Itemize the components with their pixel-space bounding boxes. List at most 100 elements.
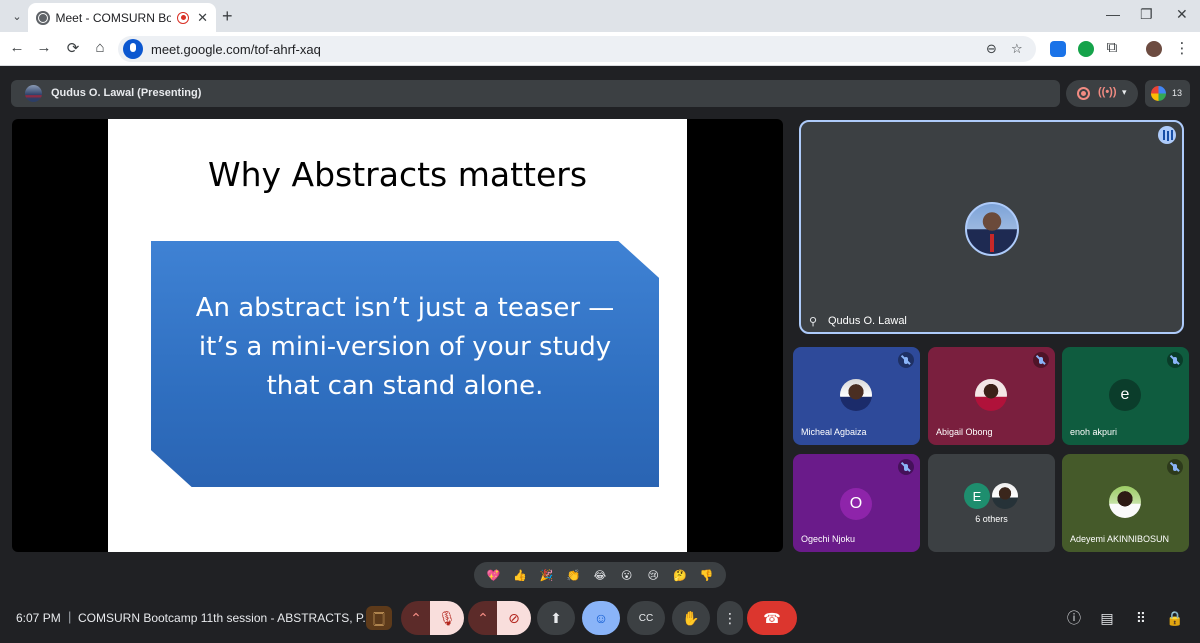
raise-hand-button[interactable]: ✋ (672, 601, 710, 635)
camera-options-button[interactable]: ⌃ (468, 601, 498, 635)
heart-reaction-icon[interactable]: 💖 (484, 566, 502, 584)
home-button[interactable]: ⌂ (90, 39, 110, 56)
surprised-reaction-icon[interactable]: 😮 (618, 566, 636, 584)
camera-toggle-button[interactable]: ⊘ (497, 601, 531, 635)
slide-text-box: An abstract isn’t just a teaser — it’s a… (151, 241, 659, 487)
live-captions-badge-icon[interactable]: 🀆 (366, 606, 392, 630)
emoji-icon: ☺ (593, 610, 609, 626)
back-button[interactable]: ← (7, 39, 27, 56)
chevron-down-icon: ▾ (1122, 87, 1127, 97)
mic-options-button[interactable]: ⌃ (401, 601, 431, 635)
more-options-button[interactable]: ⋮ (717, 601, 743, 635)
reactions-bar: 💖 👍 🎉 👏 😂 😮 😢 🤔 👎 (474, 562, 726, 588)
recording-icon (177, 11, 190, 24)
close-tab-icon[interactable]: ✕ (197, 10, 208, 26)
recording-dot-icon (1077, 87, 1090, 100)
participant-tile[interactable]: Adeyemi AKINNIBOSUN (1062, 454, 1189, 552)
chat-button[interactable]: ▤ (1097, 608, 1117, 628)
party-reaction-icon[interactable]: 🎉 (538, 566, 556, 584)
mic-off-icon: 🎙 (438, 609, 456, 626)
chevron-down-icon: ⌄ (12, 10, 22, 23)
url-text[interactable]: meet.google.com/tof-ahrf-xaq (151, 42, 321, 57)
avatar: e (1109, 379, 1141, 411)
participant-tile[interactable]: Abigail Obong (928, 347, 1055, 445)
restore-button[interactable]: ❐ (1140, 6, 1153, 23)
captions-icon: CC (638, 612, 654, 624)
end-call-button[interactable]: ☎ (747, 601, 797, 635)
participant-tile[interactable]: O Ogechi Njoku (793, 454, 920, 552)
live-stream-icon: ((•)) (1098, 86, 1117, 98)
browser-toolbar: ← → ⟳ ⌂ meet.google.com/tof-ahrf-xaq ⊖ ☆… (0, 32, 1200, 66)
mic-off-icon (1033, 352, 1049, 368)
profile-avatar[interactable] (1146, 41, 1162, 57)
phone-hangup-icon: ☎ (763, 609, 781, 626)
thumbs-up-reaction-icon[interactable]: 👍 (511, 566, 529, 584)
participant-name: Adeyemi AKINNIBOSUN (1070, 534, 1170, 544)
thumbs-down-reaction-icon[interactable]: 👎 (698, 566, 716, 584)
participant-name: Micheal Agbaiza (801, 427, 867, 437)
slide-body-line: it’s a mini-version of your study (198, 332, 612, 362)
presenting-label: Qudus O. Lawal (Presenting) (51, 87, 202, 99)
extensions-puzzle-icon[interactable]: ⧉ (1102, 39, 1122, 56)
laugh-reaction-icon[interactable]: 😂 (591, 566, 609, 584)
badge-icon: 🀆 (373, 609, 385, 626)
mic-off-icon (898, 459, 914, 475)
activities-button[interactable]: ⠿ (1131, 608, 1151, 628)
participant-tile[interactable]: e enoh akpuri (1062, 347, 1189, 445)
mic-off-icon (898, 352, 914, 368)
camera-off-icon: ⊘ (508, 609, 520, 626)
clap-reaction-icon[interactable]: 👏 (564, 566, 582, 584)
avatar: E (964, 483, 990, 509)
address-bar[interactable]: meet.google.com/tof-ahrf-xaq ⊖ ☆ (118, 36, 1036, 62)
sad-reaction-icon[interactable]: 😢 (644, 566, 662, 584)
browser-menu-kebab-icon[interactable]: ⋮ (1172, 39, 1192, 57)
divider: | (68, 609, 72, 624)
extension-grammarly-icon[interactable] (1078, 41, 1094, 57)
avatar (840, 379, 872, 411)
hand-icon: ✋ (682, 609, 700, 626)
avatar (992, 483, 1018, 509)
site-info-icon[interactable] (123, 39, 143, 59)
avatar (965, 202, 1019, 256)
thinking-reaction-icon[interactable]: 🤔 (671, 566, 689, 584)
slide-title: Why Abstracts matters (207, 155, 588, 194)
meeting-info-button[interactable]: ⓘ (1064, 608, 1084, 628)
slide-body-line: that can stand alone. (266, 371, 544, 401)
presenting-bar: Qudus O. Lawal (Presenting) (11, 80, 1060, 107)
browser-tab-bar: ⌄ Meet - COMSURN Bootcamp ✕ + — ❐ ✕ (0, 0, 1200, 32)
participant-name: enoh akpuri (1070, 427, 1118, 437)
reload-button[interactable]: ⟳ (63, 39, 83, 57)
meeting-title: COMSURN Bootcamp 11th session - ABSTRACT… (78, 611, 373, 625)
speaking-indicator-icon (1158, 126, 1176, 144)
kebab-icon: ⋮ (723, 609, 737, 626)
minimize-button[interactable]: — (1106, 6, 1120, 22)
host-controls-button[interactable]: 🔒 (1165, 608, 1185, 628)
tab-title: Meet - COMSURN Bootcamp (55, 10, 172, 25)
present-screen-icon: ⬆ (550, 609, 562, 626)
participants-button[interactable]: 13 (1145, 80, 1190, 107)
forward-button[interactable]: → (34, 39, 54, 56)
close-window-button[interactable]: ✕ (1176, 6, 1188, 23)
tab-search-button[interactable]: ⌄ (6, 6, 28, 26)
presentation-stage: Why Abstracts matters An abstract isn’t … (12, 119, 783, 552)
new-tab-button[interactable]: + (222, 6, 233, 27)
mic-toggle-button[interactable]: 🎙 (430, 601, 464, 635)
browser-tab[interactable]: Meet - COMSURN Bootcamp ✕ (28, 3, 216, 32)
chevron-up-icon: ⌃ (410, 609, 422, 626)
captions-button[interactable]: CC (627, 601, 665, 635)
others-count-label: 6 others (975, 514, 1008, 524)
participant-name: Abigail Obong (936, 427, 993, 437)
emoji-button[interactable]: ☺ (582, 601, 620, 635)
others-tile[interactable]: E 6 others (928, 454, 1055, 552)
presenter-avatar (25, 85, 42, 102)
meeting-time: 6:07 PM (16, 611, 61, 625)
pin-icon: ⚲ (809, 316, 818, 328)
zoom-icon[interactable]: ⊖ (986, 41, 997, 57)
recording-pill[interactable]: ((•)) ▾ (1066, 80, 1138, 107)
bookmark-star-icon[interactable]: ☆ (1011, 41, 1023, 57)
extension-meet-icon[interactable] (1050, 41, 1066, 57)
active-speaker-tile[interactable]: ⚲ Qudus O. Lawal (799, 120, 1184, 334)
participant-tile[interactable]: Micheal Agbaiza (793, 347, 920, 445)
present-button[interactable]: ⬆ (537, 601, 575, 635)
avatar: O (840, 488, 872, 520)
